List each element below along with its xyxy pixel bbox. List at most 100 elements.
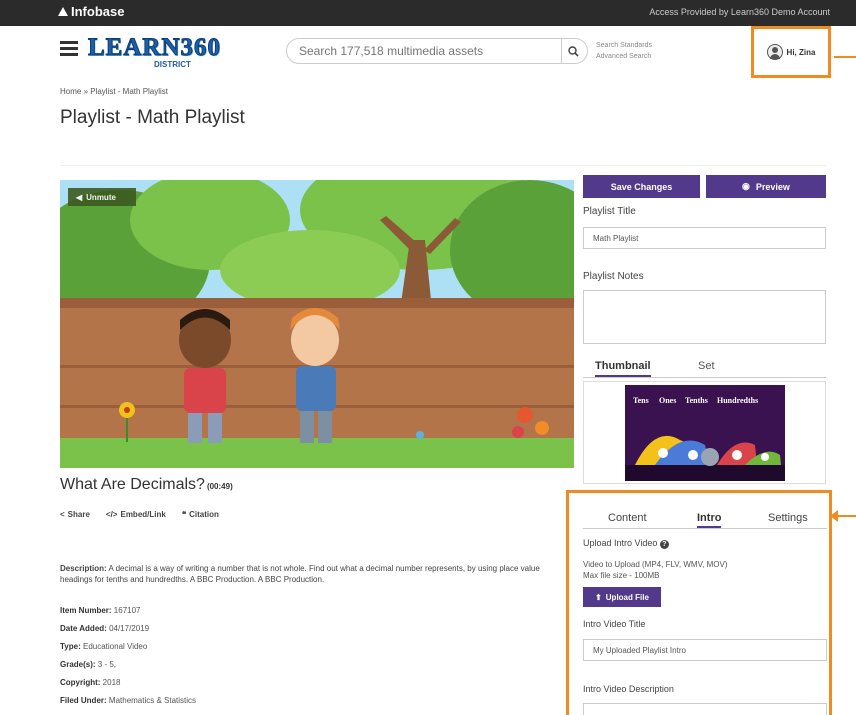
intro-description-label: Intro Video Description [583,684,674,694]
advanced-search-link[interactable]: Advanced Search [596,51,652,62]
user-greeting: Hi, Zina [786,47,816,57]
infobase-triangle-icon [58,7,68,16]
meta-value: 04/17/2019 [109,624,150,633]
code-icon: </> [105,510,118,519]
share-label: Share [67,510,90,519]
meta-label: Type: [60,642,81,651]
meta-label: Filed Under: [60,696,107,705]
intro-title-value: My Uploaded Playlist Intro [593,645,686,655]
thumb-heading: Ones [659,396,676,405]
tab-settings[interactable]: Settings [768,512,808,524]
description-text: A decimal is a way of writing a number t… [60,564,540,584]
meta-label: Date Added: [60,624,107,633]
page-title: Playlist - Math Playlist [60,107,245,128]
infobase-bar: Infobase Access Provided by Learn360 Dem… [0,0,856,26]
help-icon[interactable]: ? [659,540,669,549]
video-frame-illustration [60,180,574,468]
search-standards-link[interactable]: Search Standards [596,40,652,51]
meta-row: Item Number: 167107 [60,602,196,620]
infobase-logo[interactable]: Infobase [58,4,124,19]
access-notice: Access Provided by Learn360 Demo Account [649,7,830,17]
meta-row: Date Added: 04/17/2019 [60,620,196,638]
playlist-title-value: Math Playlist [593,233,639,243]
tab-intro[interactable]: Intro [697,512,722,528]
meta-label: Copyright: [60,678,101,687]
learn360-logo[interactable]: LEARN360 DISTRICT [87,34,220,70]
embed-label: Embed/Link [120,510,166,519]
playlist-notes-textarea[interactable] [583,290,826,344]
upload-file-button[interactable]: ⬆ Upload File [583,587,661,607]
video-player[interactable]: ◀ Unmute [60,180,574,468]
quote-icon: ❝ [181,510,187,519]
save-changes-button[interactable]: Save Changes [583,175,700,198]
upload-formats: Video to Upload (MP4, FLV, WMV, MOV) [583,560,728,569]
user-avatar-icon [766,44,783,60]
tab-content[interactable]: Content [608,512,647,524]
search-icon [568,45,579,57]
speaker-icon: ◀ [76,192,83,202]
share-icon: < [60,510,65,519]
meta-value: 3 - 5, [97,660,117,669]
upload-intro-heading: Upload Intro Video ? [583,538,669,549]
video-metadata: Item Number: 167107 Date Added: 04/17/20… [60,602,196,710]
thumbnail-tabs: Thumbnail Set [583,356,826,378]
menu-icon[interactable] [60,41,78,56]
video-actions: < Share </> Embed/Link ❝ Citation [60,510,219,519]
breadcrumb[interactable]: Home » Playlist - Math Playlist [60,87,168,96]
search-input[interactable] [286,38,562,64]
search-bar [286,38,588,64]
eye-icon: ◉ [742,181,750,191]
unmute-label: Unmute [86,192,116,202]
preview-label: Preview [755,181,790,192]
video-title-text: What Are Decimals? [60,476,205,493]
playlist-title-label: Playlist Title [583,206,636,217]
meta-value: 2018 [102,678,121,687]
intro-title-input[interactable]: My Uploaded Playlist Intro [583,639,827,661]
tab-thumbnail[interactable]: Thumbnail [595,360,651,377]
citation-label: Citation [189,510,219,519]
callout-line [834,56,856,58]
intro-description-textarea[interactable] [583,703,827,715]
search-links: Search Standards Advanced Search [596,40,652,62]
tab-set[interactable]: Set [698,360,715,372]
share-button[interactable]: < Share [60,510,90,519]
panel-tabs: Content Intro Settings [583,509,827,529]
meta-row: Grade(s): 3 - 5, [60,656,196,674]
preview-button[interactable]: ◉ Preview [706,175,826,198]
meta-row: Copyright: 2018 [60,674,196,692]
description-label: Description: [60,564,107,573]
meta-value: 167107 [113,606,141,615]
description: Description: A decimal is a way of writi… [60,563,560,585]
thumbnail-preview[interactable]: Tens Ones Tenths Hundredths [583,381,826,484]
unmute-button[interactable]: ◀ Unmute [68,188,136,206]
meta-value: Mathematics & Statistics [108,696,197,705]
site-header: LEARN360 DISTRICT Search Standards Advan… [0,26,856,78]
infobase-brand-text: Infobase [71,4,125,19]
thumb-heading: Tenths [685,396,708,405]
meta-value: Educational Video [82,642,148,651]
meta-row: Type: Educational Video [60,638,196,656]
video-duration: (00:49) [206,482,233,491]
logo-wordmark: LEARN360 [87,34,222,62]
upload-intro-heading-text: Upload Intro Video [583,538,658,548]
divider [60,165,826,166]
meta-label: Grade(s): [60,660,96,669]
embed-button[interactable]: </> Embed/Link [106,510,166,519]
citation-button[interactable]: ❝ Citation [182,510,219,519]
video-title: What Are Decimals? (00:49) [60,476,233,494]
playlist-notes-label: Playlist Notes [583,271,644,282]
meta-label: Item Number: [60,606,112,615]
upload-icon: ⬆ [595,592,602,602]
upload-file-label: Upload File [605,592,649,602]
thumb-heading: Hundredths [717,396,758,405]
search-button[interactable] [560,38,588,64]
user-menu[interactable]: Hi, Zina [751,26,831,78]
thumb-heading: Tens [633,396,649,405]
intro-title-label: Intro Video Title [583,619,646,629]
thumbnail-image: Tens Ones Tenths Hundredths [625,385,785,481]
logo-district: DISTRICT [154,60,191,69]
playlist-title-input[interactable]: Math Playlist [583,227,826,249]
playlist-content-panel: Content Intro Settings Upload Intro Vide… [566,490,832,715]
meta-row: Filed Under: Mathematics & Statistics [60,692,196,710]
max-file-size: Max file size - 100MB [583,571,660,580]
